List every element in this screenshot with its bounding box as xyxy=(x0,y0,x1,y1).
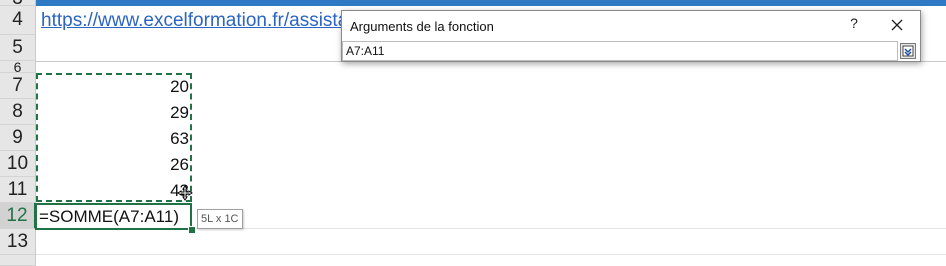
row-header-9[interactable]: 9 xyxy=(0,125,36,151)
row-header-14[interactable] xyxy=(0,255,36,266)
fill-handle[interactable] xyxy=(188,226,196,234)
close-button[interactable] xyxy=(885,13,909,37)
row-header-11[interactable]: 11 xyxy=(0,177,36,203)
row-header-6[interactable]: 6 xyxy=(0,61,36,73)
cell-a10[interactable]: 26 xyxy=(37,152,190,178)
expand-dialog-icon xyxy=(902,45,914,57)
help-button[interactable]: ? xyxy=(846,15,862,31)
cell-a7[interactable]: 20 xyxy=(37,74,190,100)
row-header-8[interactable]: 8 xyxy=(0,99,36,125)
cell-a12-active[interactable]: =SOMME(A7:A11) xyxy=(35,203,192,230)
expand-dialog-button[interactable] xyxy=(900,43,916,59)
cell-a4-hyperlink[interactable]: https://www.excelformation.fr/assistan xyxy=(41,10,359,32)
row-header-12[interactable]: 12 xyxy=(0,203,36,229)
window-top-strip xyxy=(0,0,946,6)
dialog-title: Arguments de la fonction xyxy=(350,19,494,34)
row-header-13[interactable]: 13 xyxy=(0,229,36,255)
row-header-7[interactable]: 7 xyxy=(0,73,36,99)
cell-a8[interactable]: 29 xyxy=(37,100,190,126)
row-header-10[interactable]: 10 xyxy=(0,151,36,177)
cell-a9[interactable]: 63 xyxy=(37,126,190,152)
close-icon xyxy=(891,19,903,31)
grid-line xyxy=(36,254,946,255)
cell-a11[interactable]: 43 xyxy=(37,178,190,204)
function-arguments-dialog: Arguments de la fonction ? A7:A11 xyxy=(341,10,921,62)
range-size-tooltip: 5L x 1C xyxy=(197,209,243,229)
move-cursor-icon xyxy=(177,185,193,201)
row-header-5[interactable]: 5 xyxy=(0,35,36,61)
range-reference-input[interactable]: A7:A11 xyxy=(342,41,898,61)
row-header-4[interactable]: 4 xyxy=(0,6,36,35)
